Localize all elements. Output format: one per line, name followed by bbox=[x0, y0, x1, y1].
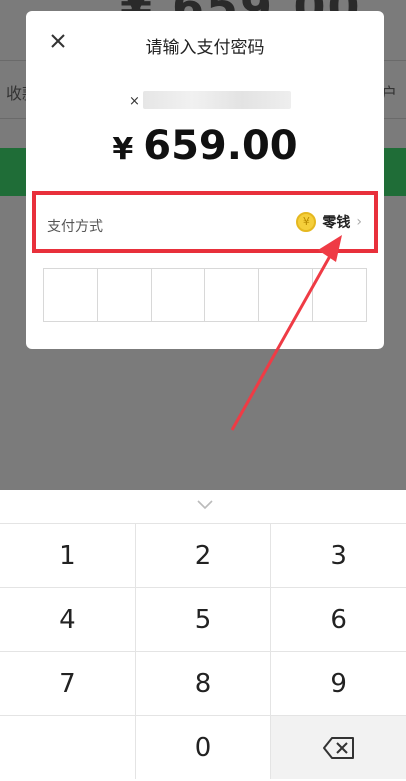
password-digit-box bbox=[205, 269, 260, 321]
payee-mark: × bbox=[129, 94, 140, 109]
keypad-row: 4 5 6 bbox=[0, 587, 406, 651]
payment-method-value: 零钱 bbox=[322, 215, 351, 231]
key-3[interactable]: 3 bbox=[271, 524, 406, 587]
keypad-row: 7 8 9 bbox=[0, 651, 406, 715]
key-blank bbox=[0, 716, 136, 779]
keypad-row: 1 2 3 bbox=[0, 523, 406, 587]
key-6[interactable]: 6 bbox=[271, 588, 406, 651]
password-digit-box bbox=[98, 269, 152, 321]
payee-blurred-name bbox=[143, 91, 291, 109]
password-digit-box bbox=[44, 269, 98, 321]
payee-name: × bbox=[129, 91, 291, 111]
key-backspace[interactable] bbox=[271, 716, 406, 779]
key-9[interactable]: 9 bbox=[271, 652, 406, 715]
payment-password-dialog: 请输入支付密码 × ¥659.00 支付方式 ¥ 零钱 › bbox=[26, 11, 384, 349]
chevron-down-icon[interactable] bbox=[195, 498, 215, 512]
key-4[interactable]: 4 bbox=[0, 588, 136, 651]
keypad-row: 0 bbox=[0, 715, 406, 779]
payment-method-row[interactable]: 支付方式 ¥ 零钱 › bbox=[32, 191, 378, 253]
password-digit-box bbox=[152, 269, 206, 321]
coin-icon: ¥ bbox=[296, 212, 317, 232]
key-1[interactable]: 1 bbox=[0, 524, 136, 587]
numeric-keypad: 1 2 3 4 5 6 7 8 9 0 bbox=[0, 490, 406, 781]
password-digit-box bbox=[313, 269, 366, 321]
amount-value: 659.00 bbox=[143, 123, 298, 169]
currency-symbol: ¥ bbox=[112, 132, 134, 167]
keypad-grid: 1 2 3 4 5 6 7 8 9 0 bbox=[0, 523, 406, 779]
key-0[interactable]: 0 bbox=[136, 716, 272, 779]
key-5[interactable]: 5 bbox=[136, 588, 272, 651]
key-7[interactable]: 7 bbox=[0, 652, 136, 715]
dialog-title: 请输入支付密码 bbox=[145, 38, 265, 58]
password-input[interactable] bbox=[43, 268, 367, 322]
key-2[interactable]: 2 bbox=[136, 524, 272, 587]
password-digit-box bbox=[259, 269, 314, 321]
chevron-right-icon: › bbox=[356, 214, 362, 230]
backspace-icon bbox=[322, 736, 354, 759]
payment-method-label: 支付方式 bbox=[47, 219, 103, 235]
payment-method-selector[interactable]: ¥ 零钱 › bbox=[296, 212, 362, 232]
payment-amount: ¥659.00 bbox=[26, 123, 384, 169]
key-8[interactable]: 8 bbox=[136, 652, 272, 715]
